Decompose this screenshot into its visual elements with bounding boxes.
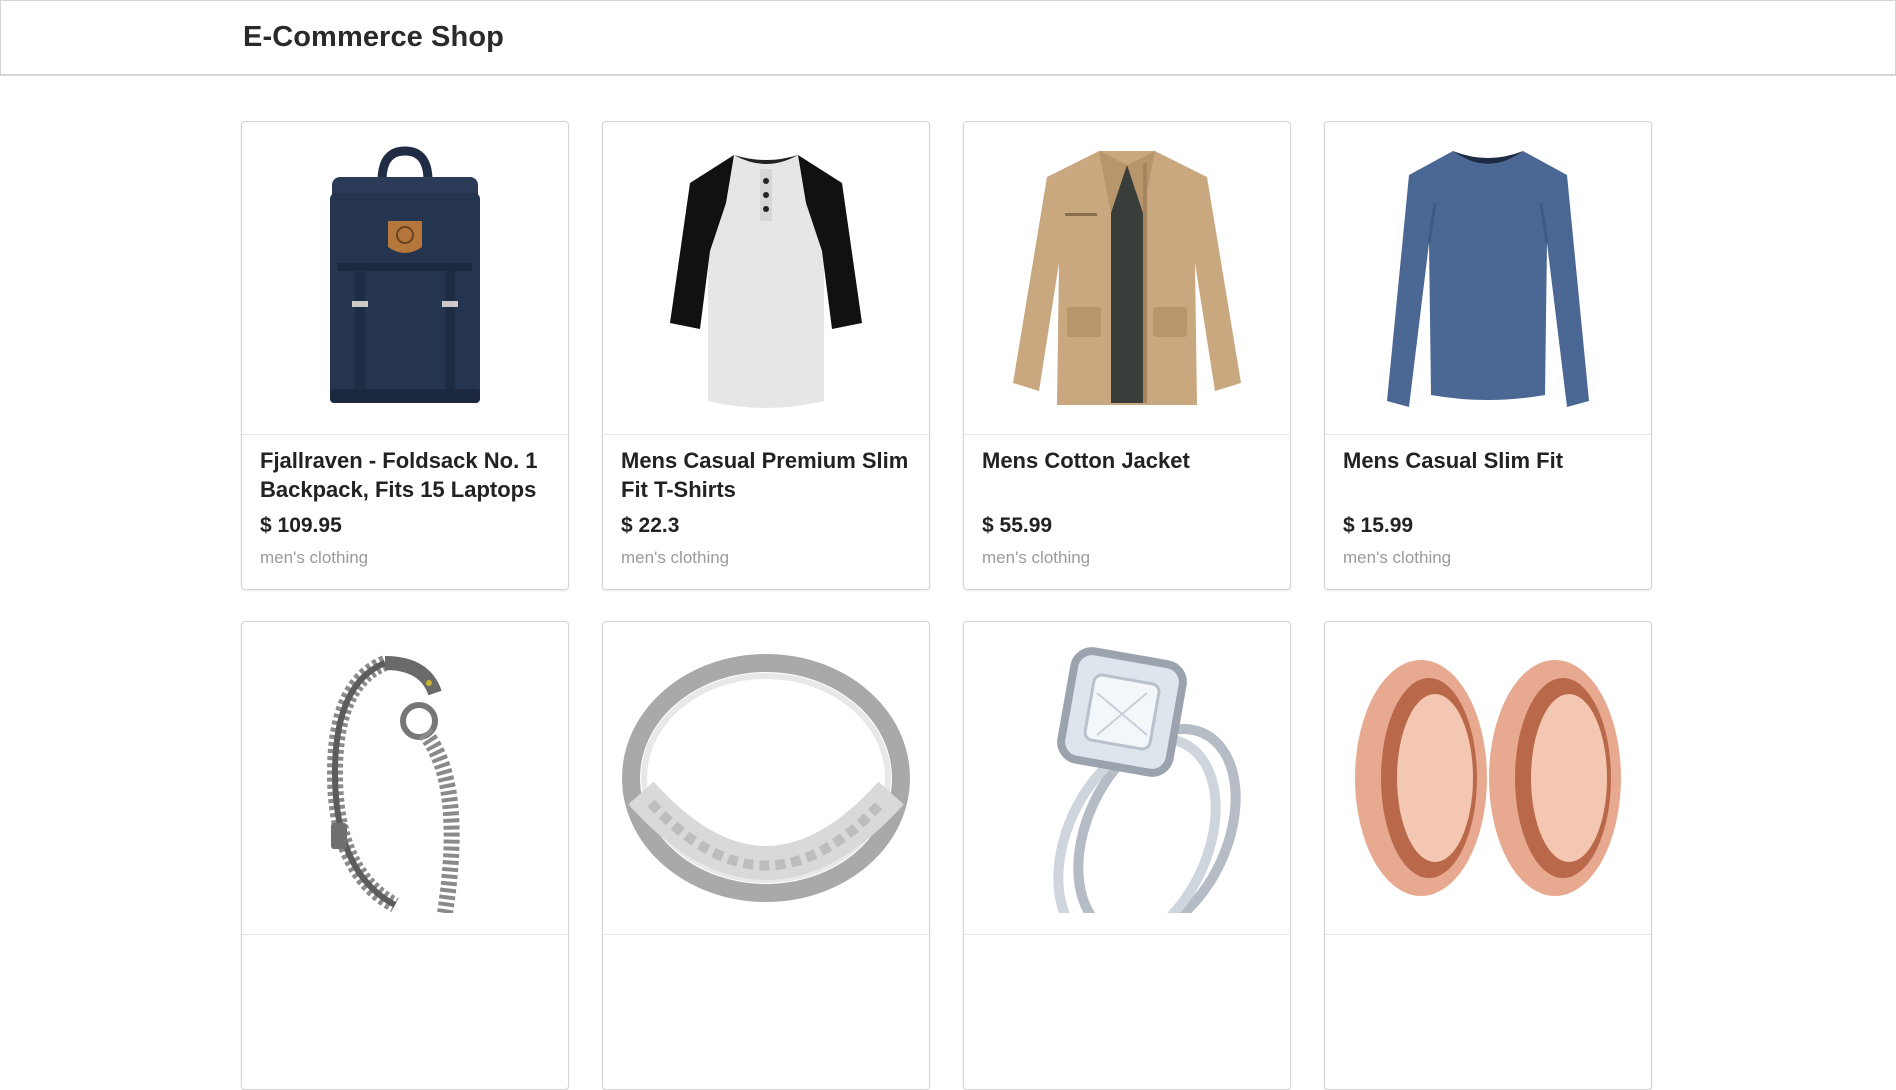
product-price: $ 15.99 <box>1343 514 1414 537</box>
product-card[interactable] <box>602 621 930 1090</box>
backpack-image <box>330 146 480 403</box>
product-card[interactable]: Fjallraven - Foldsack No. 1 Backpack, Fi… <box>241 121 569 590</box>
product-card[interactable] <box>1324 621 1652 1090</box>
product-price: $ 109.95 <box>260 514 342 537</box>
product-image[interactable] <box>964 122 1290 435</box>
product-price: $ 55.99 <box>982 514 1053 537</box>
site-title[interactable]: E-Commerce Shop <box>243 21 504 54</box>
product-image[interactable] <box>964 622 1290 935</box>
product-title[interactable]: Mens Casual Slim Fit <box>1343 446 1635 475</box>
product-image[interactable] <box>603 622 929 935</box>
product-category: men's clothing <box>982 548 1091 567</box>
product-card[interactable]: Mens Casual Slim Fit $ 15.99 men's cloth… <box>1324 121 1652 590</box>
product-card[interactable] <box>963 621 1291 1090</box>
product-card[interactable] <box>241 621 569 1090</box>
product-price: $ 22.3 <box>621 514 680 537</box>
product-category: men's clothing <box>1343 548 1452 567</box>
product-title[interactable]: Mens Cotton Jacket <box>982 446 1274 475</box>
silver-ring-image <box>622 654 910 902</box>
product-category: men's clothing <box>621 548 730 567</box>
diamond-ring-set-image <box>1053 647 1241 913</box>
chain-bracelet-image <box>326 655 460 913</box>
long-sleeve-shirt-image <box>1387 151 1589 407</box>
product-image[interactable] <box>603 122 929 435</box>
product-category: men's clothing <box>260 548 369 567</box>
product-card[interactable]: Mens Cotton Jacket $ 55.99 men's clothin… <box>963 121 1291 590</box>
product-image[interactable] <box>1325 622 1651 935</box>
product-image[interactable] <box>242 122 568 435</box>
jacket-image <box>1013 151 1241 405</box>
product-image[interactable] <box>1325 122 1651 435</box>
product-title[interactable]: Mens Casual Premium Slim Fit T-Shirts <box>621 446 913 504</box>
rose-gold-tunnels-image <box>1355 660 1621 896</box>
product-card[interactable]: Mens Casual Premium Slim Fit T-Shirts $ … <box>602 121 930 590</box>
product-title[interactable]: Fjallraven - Foldsack No. 1 Backpack, Fi… <box>260 446 552 504</box>
product-image[interactable] <box>242 622 568 935</box>
raglan-shirt-image <box>670 155 862 408</box>
top-navbar: E-Commerce Shop <box>0 0 1896 76</box>
